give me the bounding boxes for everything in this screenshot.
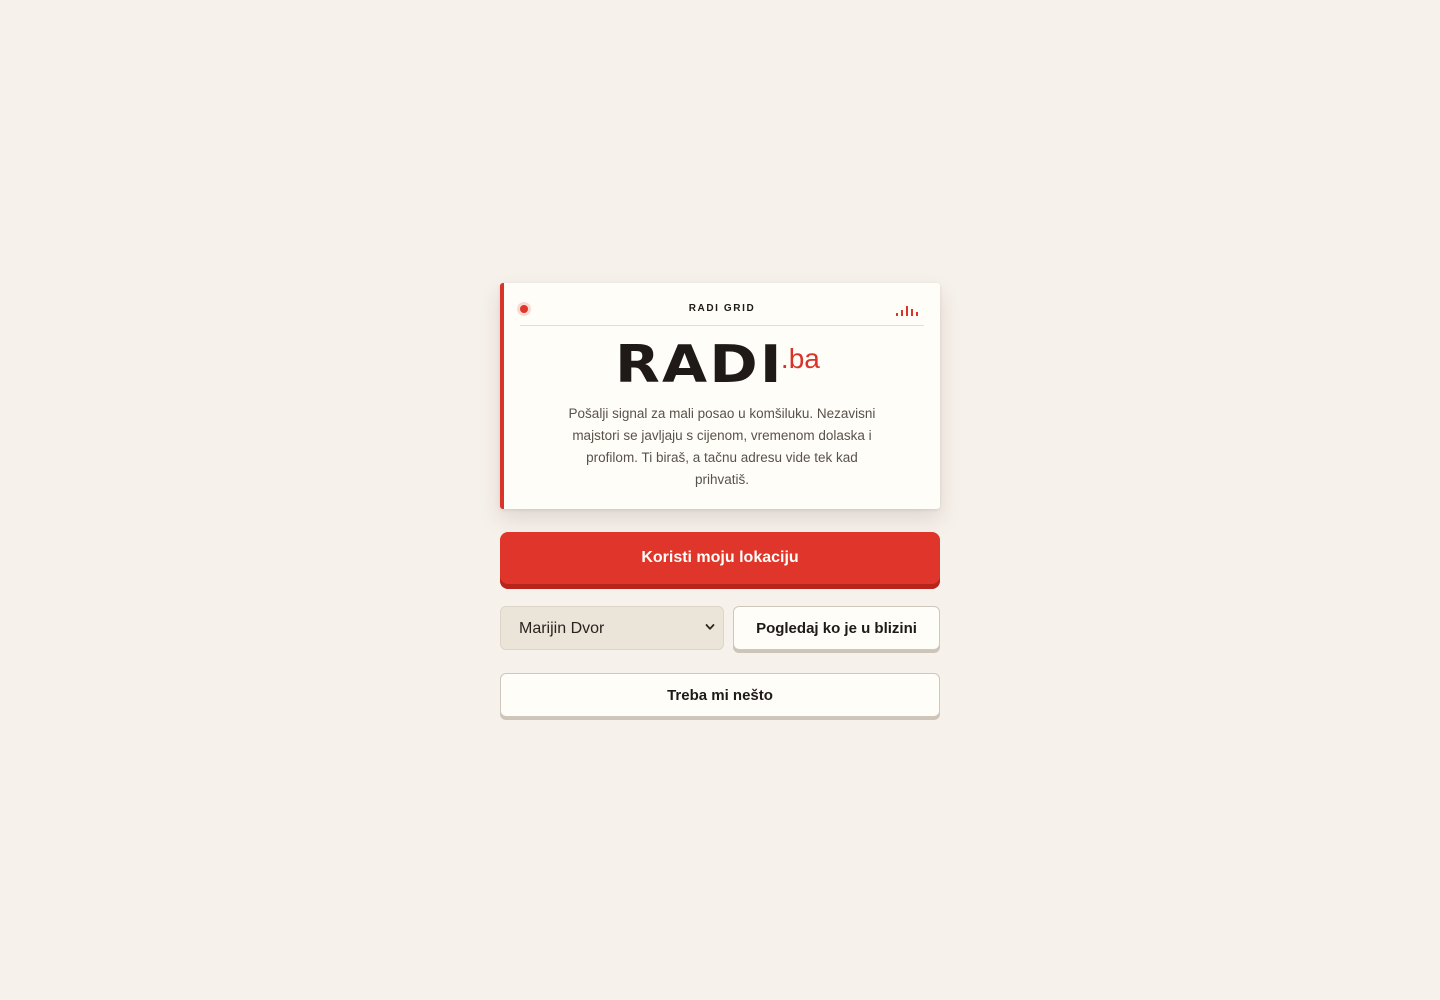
- logo-domain: .ba: [780, 343, 820, 374]
- chevron-down-icon: [705, 624, 715, 630]
- view-nearby-button[interactable]: Pogledaj ko je u blizini: [733, 606, 940, 650]
- signal-bars-icon: [896, 304, 924, 316]
- use-location-button[interactable]: Koristi moju lokaciju: [500, 532, 940, 584]
- neighborhood-select[interactable]: Marijin Dvor: [500, 606, 724, 650]
- grid-label: RADI GRID: [688, 303, 756, 314]
- need-something-button[interactable]: Treba mi nešto: [500, 673, 940, 717]
- card-header: RADI GRID: [520, 283, 924, 326]
- intro-description: Pošalji signal za mali posao u komšiluku…: [568, 406, 876, 487]
- intro-card: RADI GRID RADI.ba Pošalji signal za mali…: [500, 283, 940, 509]
- logo-wordmark: RADI: [615, 335, 784, 395]
- landing-panel: RADI GRID RADI.ba Pošalji signal za mali…: [500, 283, 940, 717]
- neighborhood-select-value: Marijin Dvor: [519, 620, 605, 637]
- logo: RADI.ba: [504, 335, 940, 395]
